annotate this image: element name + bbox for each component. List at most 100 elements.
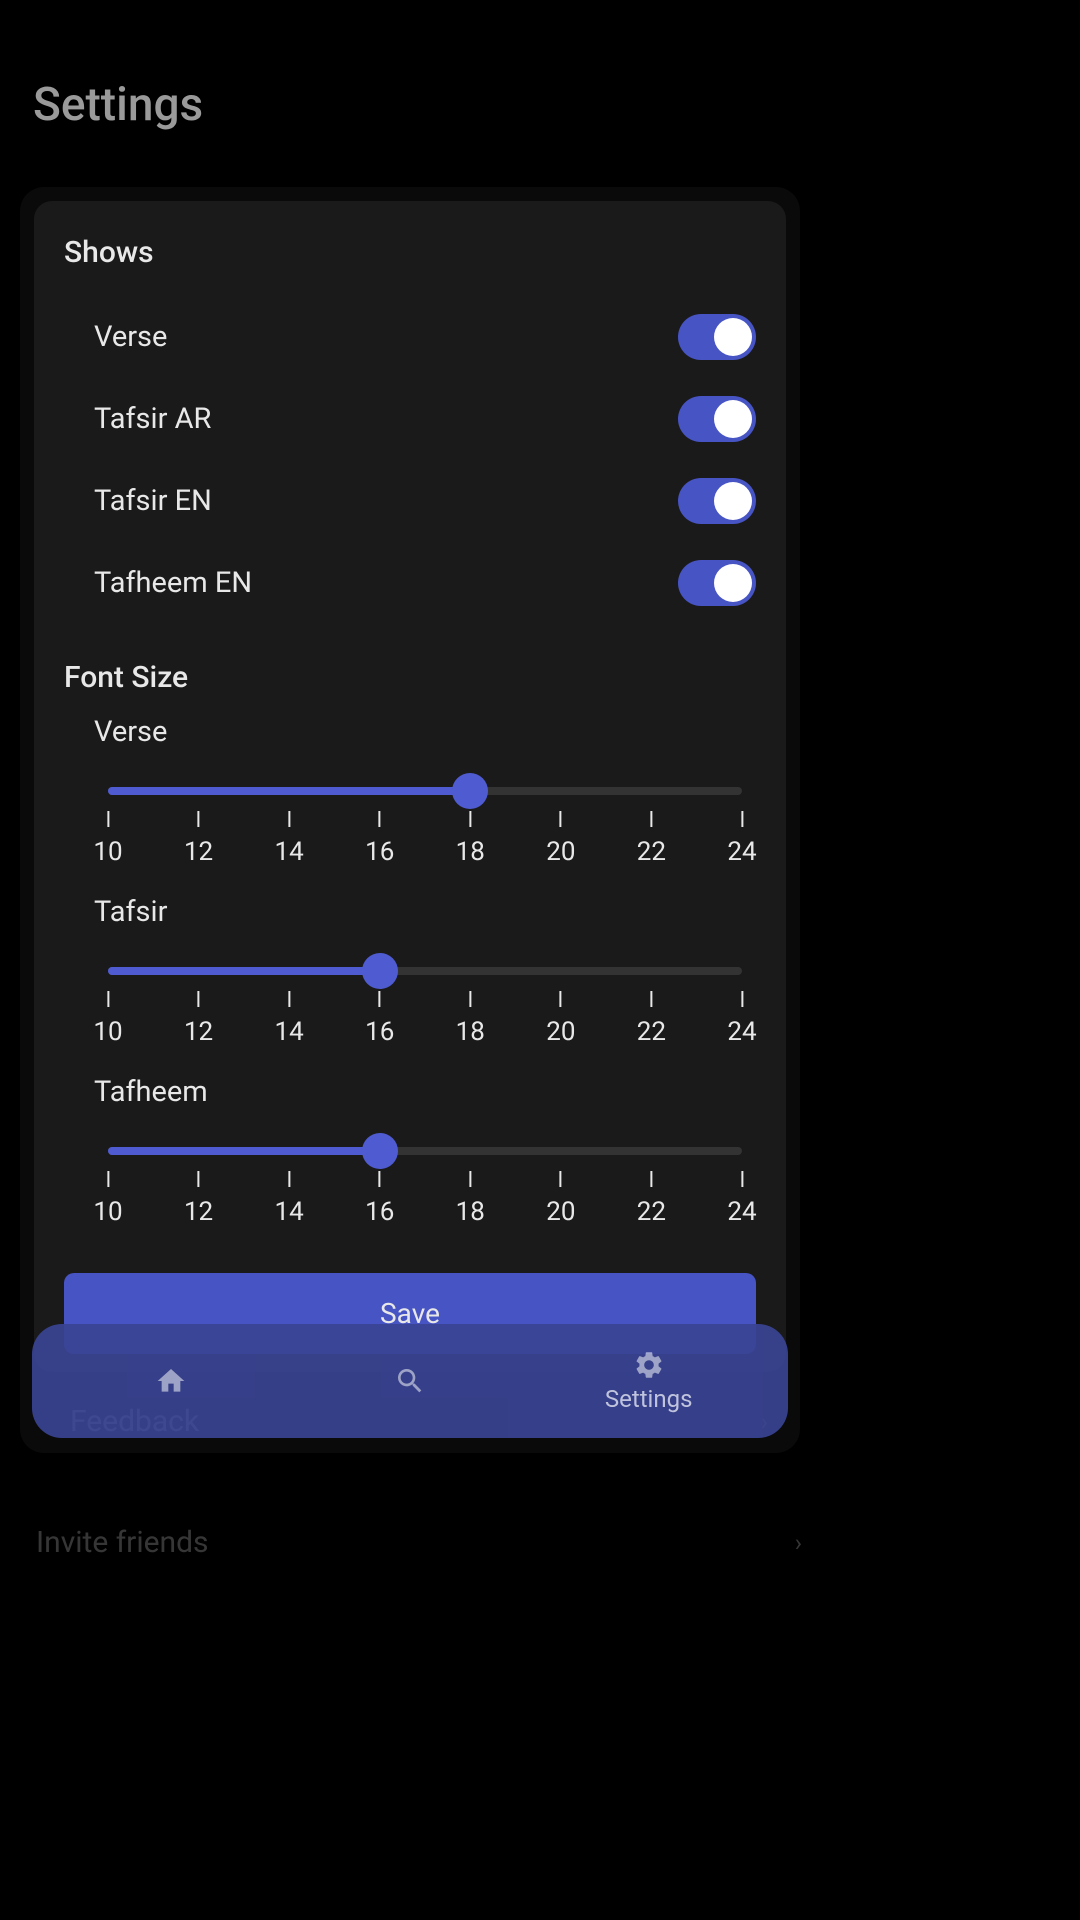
tick-mark bbox=[650, 991, 652, 1007]
search-icon bbox=[394, 1365, 426, 1397]
slider-ticks: 1012141618202224 bbox=[108, 1171, 742, 1231]
toggle-verse[interactable] bbox=[678, 314, 756, 360]
gear-icon bbox=[633, 1349, 665, 1381]
slider-tick: 22 bbox=[637, 811, 666, 867]
tick-mark bbox=[469, 1171, 471, 1187]
slider-label: Tafsir bbox=[94, 895, 756, 929]
tick-label: 12 bbox=[184, 1017, 213, 1047]
shows-section-title: Shows bbox=[64, 235, 756, 270]
tick-label: 14 bbox=[275, 837, 304, 867]
tick-mark bbox=[288, 811, 290, 827]
tick-mark bbox=[379, 811, 381, 827]
tick-mark bbox=[198, 991, 200, 1007]
toggle-row-tafsir-ar: Tafsir AR bbox=[64, 378, 756, 460]
tick-label: 10 bbox=[93, 1197, 122, 1227]
tick-label: 22 bbox=[637, 837, 666, 867]
slider-tick: 20 bbox=[546, 991, 575, 1047]
settings-outer-card: Shows Verse Tafsir AR Tafsir EN Tafheem … bbox=[20, 187, 800, 1453]
slider-tick: 18 bbox=[456, 811, 485, 867]
slider-tafheem[interactable] bbox=[108, 1139, 742, 1163]
toggle-tafsir-en[interactable] bbox=[678, 478, 756, 524]
slider-ticks: 1012141618202224 bbox=[108, 811, 742, 871]
slider-tafsir[interactable] bbox=[108, 959, 742, 983]
toggle-label: Tafheem EN bbox=[94, 566, 252, 600]
nav-search[interactable] bbox=[291, 1365, 530, 1397]
slider-tick: 18 bbox=[456, 991, 485, 1047]
tick-label: 14 bbox=[275, 1197, 304, 1227]
toggle-row-verse: Verse bbox=[64, 296, 756, 378]
tick-label: 24 bbox=[727, 1197, 756, 1227]
tick-mark bbox=[107, 991, 109, 1007]
slider-label: Tafheem bbox=[94, 1075, 756, 1109]
tick-mark bbox=[288, 991, 290, 1007]
slider-tick: 12 bbox=[184, 1171, 213, 1227]
tick-mark bbox=[741, 1171, 743, 1187]
tick-mark bbox=[379, 991, 381, 1007]
tick-mark bbox=[107, 811, 109, 827]
tick-mark bbox=[107, 1171, 109, 1187]
slider-group-tafheem: Tafheem 10 12 14 16 18 20 22 24 bbox=[64, 1075, 756, 1231]
slider-tick: 12 bbox=[184, 811, 213, 867]
slider-tick: 20 bbox=[546, 1171, 575, 1227]
toggle-tafheem-en[interactable] bbox=[678, 560, 756, 606]
slider-tick: 12 bbox=[184, 991, 213, 1047]
slider-fill bbox=[108, 787, 470, 795]
slider-fill bbox=[108, 967, 380, 975]
tick-label: 18 bbox=[456, 1197, 485, 1227]
home-icon bbox=[155, 1365, 187, 1397]
slider-thumb[interactable] bbox=[362, 953, 398, 989]
tick-mark bbox=[198, 1171, 200, 1187]
slider-label: Verse bbox=[94, 715, 756, 749]
slider-tick: 16 bbox=[365, 991, 394, 1047]
tick-label: 18 bbox=[456, 837, 485, 867]
nav-settings[interactable]: Settings bbox=[529, 1349, 768, 1413]
slider-tick: 20 bbox=[546, 811, 575, 867]
slider-tick: 24 bbox=[727, 811, 756, 867]
bottom-nav: Settings bbox=[32, 1324, 788, 1438]
slider-verse[interactable] bbox=[108, 779, 742, 803]
menu-item-invite[interactable]: Invite friends › bbox=[0, 1453, 820, 1560]
tick-label: 24 bbox=[727, 837, 756, 867]
tick-label: 20 bbox=[546, 837, 575, 867]
tick-label: 22 bbox=[637, 1197, 666, 1227]
slider-fill bbox=[108, 1147, 380, 1155]
fontsize-section-title: Font Size bbox=[64, 660, 756, 695]
slider-tick: 24 bbox=[727, 991, 756, 1047]
toggle-tafsir-ar[interactable] bbox=[678, 396, 756, 442]
slider-thumb[interactable] bbox=[452, 773, 488, 809]
tick-label: 16 bbox=[365, 1197, 394, 1227]
tick-mark bbox=[469, 811, 471, 827]
slider-tick: 16 bbox=[365, 1171, 394, 1227]
slider-thumb[interactable] bbox=[362, 1133, 398, 1169]
slider-group-verse: Verse 10 12 14 16 18 20 22 24 bbox=[64, 715, 756, 871]
slider-tick: 18 bbox=[456, 1171, 485, 1227]
slider-tick: 24 bbox=[727, 1171, 756, 1227]
settings-card: Shows Verse Tafsir AR Tafsir EN Tafheem … bbox=[34, 201, 786, 1372]
slider-tick: 14 bbox=[275, 811, 304, 867]
toggle-label: Tafsir AR bbox=[94, 402, 211, 436]
toggle-knob bbox=[714, 318, 752, 356]
tick-mark bbox=[741, 991, 743, 1007]
tick-label: 12 bbox=[184, 837, 213, 867]
slider-tick: 10 bbox=[93, 811, 122, 867]
slider-tick: 16 bbox=[365, 811, 394, 867]
tick-mark bbox=[560, 991, 562, 1007]
nav-home[interactable] bbox=[52, 1365, 291, 1397]
slider-tick: 22 bbox=[637, 991, 666, 1047]
tick-label: 16 bbox=[365, 1017, 394, 1047]
tick-label: 12 bbox=[184, 1197, 213, 1227]
menu-label: Invite friends bbox=[36, 1525, 209, 1560]
slider-tick: 14 bbox=[275, 991, 304, 1047]
tick-mark bbox=[560, 1171, 562, 1187]
tick-label: 10 bbox=[93, 837, 122, 867]
page-title: Settings bbox=[0, 0, 820, 132]
slider-group-tafsir: Tafsir 10 12 14 16 18 20 22 24 bbox=[64, 895, 756, 1051]
tick-mark bbox=[741, 811, 743, 827]
tick-label: 20 bbox=[546, 1017, 575, 1047]
toggle-label: Tafsir EN bbox=[94, 484, 212, 518]
tick-label: 18 bbox=[456, 1017, 485, 1047]
slider-tick: 10 bbox=[93, 991, 122, 1047]
toggle-knob bbox=[714, 400, 752, 438]
tick-label: 10 bbox=[93, 1017, 122, 1047]
slider-tick: 14 bbox=[275, 1171, 304, 1227]
